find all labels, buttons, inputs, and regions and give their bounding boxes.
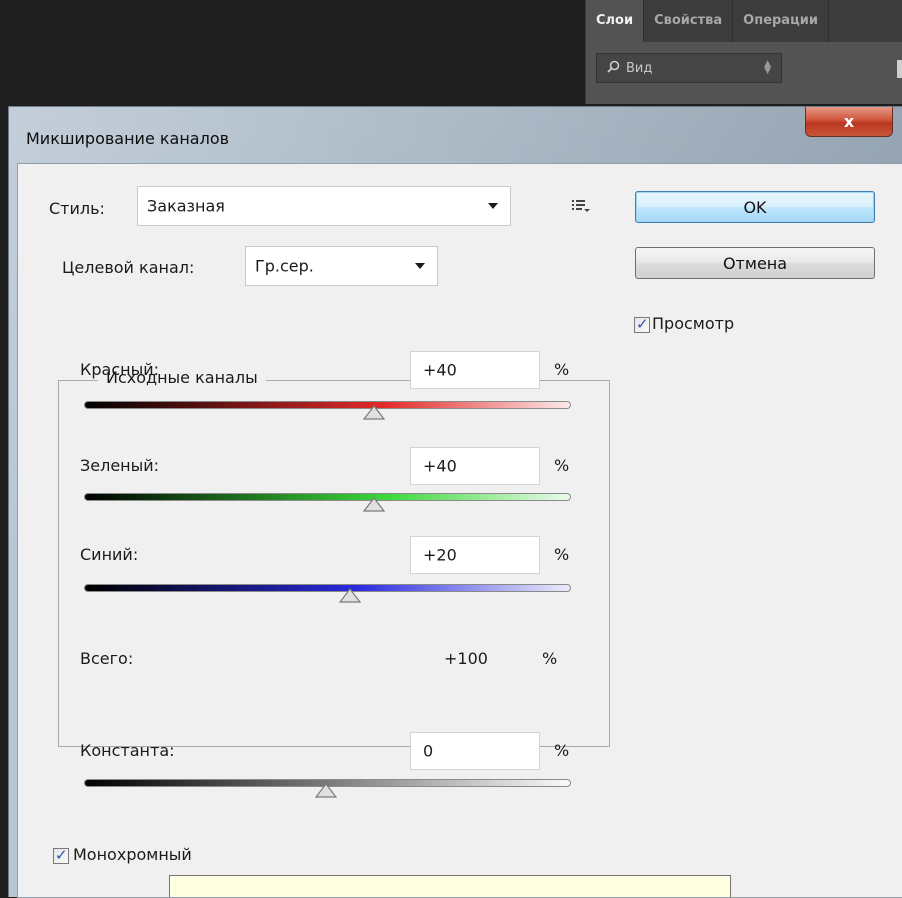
- red-channel-label: Красный:: [80, 360, 159, 379]
- red-slider-track[interactable]: [84, 401, 571, 409]
- ok-label: OK: [743, 197, 767, 217]
- constant-slider-thumb[interactable]: [314, 783, 338, 799]
- chevron-down-icon: [488, 203, 498, 209]
- constant-label: Константа:: [80, 741, 175, 760]
- blue-percent: %: [554, 545, 570, 564]
- style-select[interactable]: Заказная: [137, 186, 511, 226]
- tooltip: [169, 875, 731, 897]
- panel-tabs: Слои Свойства Операции: [586, 0, 902, 42]
- blue-slider-thumb[interactable]: [338, 588, 362, 604]
- blue-channel-label: Синий:: [80, 545, 139, 564]
- monochrome-checkbox[interactable]: ✓: [53, 846, 69, 864]
- constant-value-input[interactable]: 0: [410, 732, 540, 770]
- layers-panel: Слои Свойства Операции Вид ▲ ▼: [585, 0, 902, 104]
- preview-checkbox[interactable]: ✓: [634, 315, 650, 333]
- total-label: Всего:: [80, 649, 134, 668]
- search-icon: [607, 60, 620, 77]
- red-value: +40: [423, 360, 457, 380]
- green-slider-track[interactable]: [84, 493, 571, 501]
- tab-actions[interactable]: Операции: [733, 0, 829, 42]
- cancel-label: Отмена: [722, 253, 788, 273]
- chevron-down-icon: [415, 263, 425, 269]
- filter-toggle[interactable]: [897, 60, 902, 78]
- red-value-input[interactable]: +40: [410, 351, 540, 389]
- style-value: Заказная: [147, 196, 225, 216]
- ok-button[interactable]: OK: [635, 191, 875, 223]
- style-label: Стиль:: [49, 199, 105, 218]
- target-channel-value: Гр.сер.: [255, 256, 314, 276]
- green-percent: %: [554, 456, 570, 475]
- monochrome-label: Монохромный: [73, 845, 192, 864]
- blue-slider-track[interactable]: [84, 584, 571, 592]
- checkmark-icon: ✓: [55, 846, 68, 864]
- checkmark-icon: ✓: [636, 315, 649, 333]
- total-value: +100: [444, 649, 488, 668]
- preview-label: Просмотр: [652, 314, 735, 333]
- tab-properties[interactable]: Свойства: [644, 0, 734, 42]
- close-icon: x: [843, 112, 855, 131]
- preset-options-icon[interactable]: [571, 198, 591, 218]
- constant-percent: %: [554, 741, 570, 760]
- dialog-title: Микширование каналов: [26, 129, 230, 148]
- target-channel-select[interactable]: Гр.сер.: [245, 246, 438, 286]
- red-percent: %: [554, 360, 570, 379]
- dialog-content: Стиль: Заказная Целевой канал: Гр.сер. O…: [17, 163, 902, 898]
- channel-mixer-dialog: Микширование каналов x Стиль: Заказная Ц…: [8, 106, 902, 898]
- constant-value: 0: [423, 741, 434, 761]
- green-slider-thumb[interactable]: [362, 497, 386, 513]
- blue-value: +20: [423, 545, 457, 565]
- green-value: +40: [423, 456, 457, 476]
- tab-layers[interactable]: Слои: [586, 0, 645, 42]
- stepper-icon: ▲ ▼: [764, 59, 771, 76]
- green-channel-label: Зеленый:: [80, 456, 160, 475]
- red-slider-thumb[interactable]: [362, 405, 386, 421]
- panel-toolbar: [788, 53, 902, 83]
- green-value-input[interactable]: +40: [410, 447, 540, 485]
- cancel-button[interactable]: Отмена: [635, 247, 875, 279]
- close-button[interactable]: x: [805, 107, 893, 137]
- total-percent: %: [542, 649, 558, 668]
- layer-filter-label: Вид: [626, 60, 653, 76]
- blue-value-input[interactable]: +20: [410, 536, 540, 574]
- layer-filter-select[interactable]: Вид ▲ ▼: [596, 53, 782, 83]
- target-channel-label: Целевой канал:: [62, 258, 195, 277]
- title-bar[interactable]: Микширование каналов x: [9, 107, 902, 161]
